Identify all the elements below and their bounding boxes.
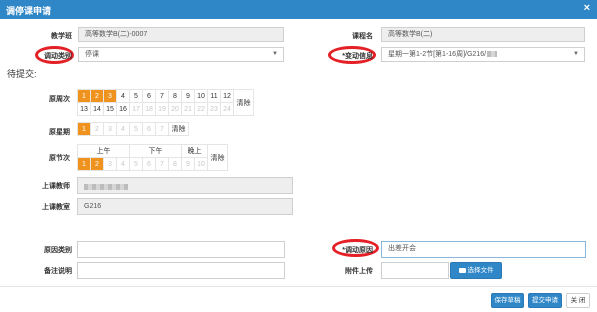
period-cell[interactable]: 4 xyxy=(116,157,130,171)
period-cell[interactable]: 7 xyxy=(155,157,169,171)
class-label: 教学班 xyxy=(51,33,72,40)
attachment-filename xyxy=(381,262,449,279)
weekday-cell[interactable]: 1 xyxy=(77,122,91,136)
room-field: G216 xyxy=(77,198,293,215)
period-cell[interactable]: 10 xyxy=(194,157,208,171)
week-cell[interactable]: 19 xyxy=(155,102,169,116)
dialog-titlebar: 调停课申请 × xyxy=(0,0,597,19)
attachment-label: 附件上传 xyxy=(345,268,373,275)
course-label: 课程名 xyxy=(352,33,373,40)
redacted-text xyxy=(84,183,128,190)
week-cell[interactable]: 13 xyxy=(77,102,91,116)
teacher-field xyxy=(77,177,293,194)
remark-input[interactable] xyxy=(77,262,285,279)
weekday-cell[interactable]: 5 xyxy=(129,122,143,136)
adjust-type-value: 停课 xyxy=(85,51,99,58)
weekday-cell[interactable]: 7 xyxy=(155,122,169,136)
period-cell[interactable]: 9 xyxy=(181,157,195,171)
change-info-value: 星期一第1-2节[第1-16周]/G216/ xyxy=(388,51,487,58)
period-cell[interactable]: 8 xyxy=(168,157,182,171)
close-button[interactable]: 关 闭 xyxy=(566,293,590,308)
week-cell[interactable]: 24 xyxy=(220,102,234,116)
week-table: 1 2 3 4 5 6 7 8 9 10 11 12 清除 13 14 15 16 17 18 19 20 21 22 23 2… xyxy=(77,89,254,116)
week-cell[interactable]: 4 xyxy=(116,89,130,103)
weekday-table: 1 2 3 4 5 6 7 清除 xyxy=(77,122,189,136)
reason-type-label: 原因类别 xyxy=(44,247,72,254)
dialog-title: 调停课申请 xyxy=(6,6,52,16)
weekday-cell[interactable]: 4 xyxy=(116,122,130,136)
week-cell[interactable]: 20 xyxy=(168,102,182,116)
period-group-header: 下午 xyxy=(129,144,182,158)
week-cell[interactable]: 5 xyxy=(129,89,143,103)
week-cell[interactable]: 11 xyxy=(207,89,221,103)
clear-button[interactable]: 清除 xyxy=(233,89,254,116)
week-cell[interactable]: 7 xyxy=(155,89,169,103)
week-cell[interactable]: 17 xyxy=(129,102,143,116)
choose-file-button[interactable]: 选择文件 xyxy=(450,262,502,279)
footer-divider xyxy=(0,286,597,287)
adjust-type-label: 调动类别 xyxy=(44,53,72,60)
room-label: 上课教室 xyxy=(42,204,70,211)
period-group-header: 上午 xyxy=(77,144,130,158)
period-table: 上午 下午 晚上 清除 1 2 3 4 5 6 7 8 9 10 xyxy=(77,144,228,171)
change-info-label: *变动信息 xyxy=(342,53,373,60)
clear-button[interactable]: 清除 xyxy=(207,144,228,171)
week-cell[interactable]: 12 xyxy=(220,89,234,103)
change-info-select[interactable]: 星期一第1-2节[第1-16周]/G216/ ▼ xyxy=(381,47,585,62)
close-icon[interactable]: × xyxy=(584,2,590,14)
week-cell[interactable]: 15 xyxy=(103,102,117,116)
reason-label: *调动原因 xyxy=(342,247,373,254)
week-cell[interactable]: 22 xyxy=(194,102,208,116)
week-cell[interactable]: 1 xyxy=(77,89,91,103)
clear-button[interactable]: 清除 xyxy=(168,122,189,136)
pending-heading: 待提交: xyxy=(7,69,37,79)
week-cell[interactable]: 2 xyxy=(90,89,104,103)
week-grid: 1 2 3 4 5 6 7 8 9 10 11 12 清除 13 14 15 16 17 18 19 20 21 22 23 2… xyxy=(77,89,254,116)
adjust-type-select[interactable]: 停课 ▼ xyxy=(78,47,284,62)
week-cell[interactable]: 3 xyxy=(103,89,117,103)
week-cell[interactable]: 23 xyxy=(207,102,221,116)
redacted-text xyxy=(487,51,498,58)
week-cell[interactable]: 8 xyxy=(168,89,182,103)
period-cell[interactable]: 5 xyxy=(129,157,143,171)
period-group-header: 晚上 xyxy=(181,144,208,158)
submit-button[interactable]: 提交申请 xyxy=(528,293,562,308)
week-cell[interactable]: 16 xyxy=(116,102,130,116)
caret-down-icon: ▼ xyxy=(272,51,278,57)
week-label: 原周次 xyxy=(49,96,70,103)
week-cell[interactable]: 9 xyxy=(181,89,195,103)
week-cell[interactable]: 10 xyxy=(194,89,208,103)
teacher-label: 上课教师 xyxy=(42,183,70,190)
week-cell[interactable]: 21 xyxy=(181,102,195,116)
weekday-cell[interactable]: 3 xyxy=(103,122,117,136)
class-field: 高等数学B(二)-0007 xyxy=(78,27,284,42)
weekday-cell[interactable]: 6 xyxy=(142,122,156,136)
period-cell[interactable]: 3 xyxy=(103,157,117,171)
weekday-label: 原星期 xyxy=(49,129,70,136)
caret-down-icon: ▼ xyxy=(573,51,579,57)
period-cell[interactable]: 6 xyxy=(142,157,156,171)
week-cell[interactable]: 6 xyxy=(142,89,156,103)
choose-file-label: 选择文件 xyxy=(467,267,494,274)
reason-input[interactable]: 出差开会 xyxy=(381,241,586,258)
period-label: 原节次 xyxy=(49,155,70,162)
remark-label: 备注说明 xyxy=(44,268,72,275)
course-field: 高等数学B(二) xyxy=(381,27,585,42)
period-grid: 上午 下午 晚上 清除 1 2 3 4 5 6 7 8 9 10 xyxy=(77,144,228,171)
period-cell[interactable]: 2 xyxy=(90,157,104,171)
week-cell[interactable]: 14 xyxy=(90,102,104,116)
weekday-grid: 1 2 3 4 5 6 7 清除 xyxy=(77,122,189,136)
folder-icon xyxy=(458,267,466,273)
weekday-cell[interactable]: 2 xyxy=(90,122,104,136)
reason-type-input[interactable] xyxy=(77,241,285,258)
save-draft-button[interactable]: 保存草稿 xyxy=(491,293,524,308)
period-cell[interactable]: 1 xyxy=(77,157,91,171)
week-cell[interactable]: 18 xyxy=(142,102,156,116)
